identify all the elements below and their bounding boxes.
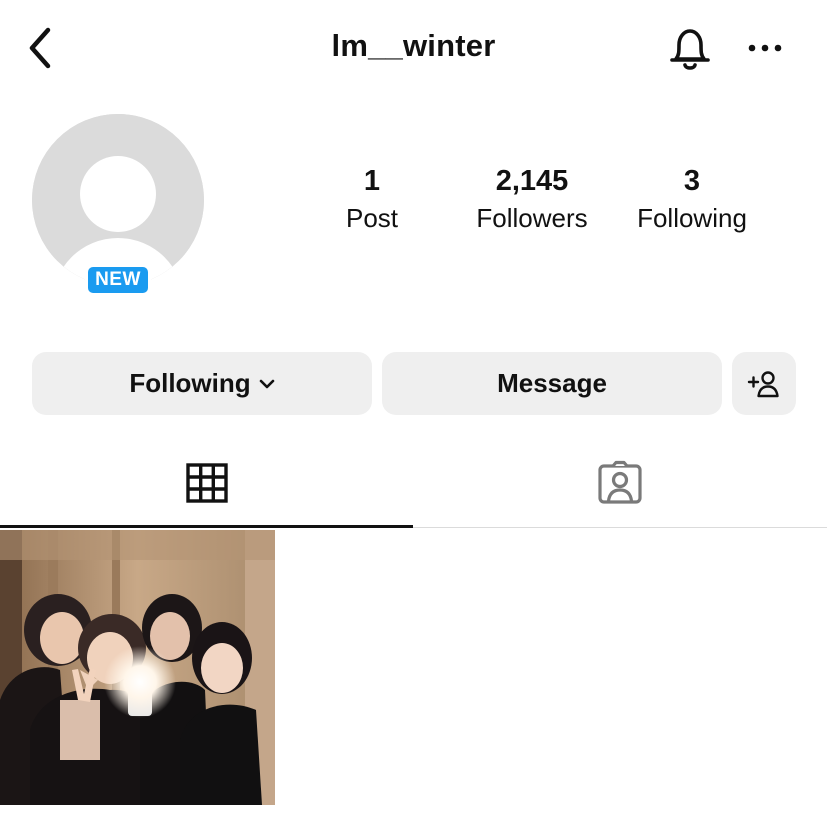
following-count-label: Following [637, 203, 747, 233]
grid-icon [185, 463, 228, 503]
following-button-label: Following [129, 368, 251, 398]
tab-tagged[interactable] [413, 440, 827, 526]
tab-posts-grid[interactable] [0, 440, 413, 526]
top-bar: lm__winter [0, 0, 827, 96]
new-badge: NEW [85, 264, 151, 296]
followers-count[interactable]: 2,145 Followers [462, 164, 602, 238]
more-options-button[interactable] [740, 30, 790, 66]
posts-count-value: 1 [363, 165, 381, 197]
add-user-button[interactable] [732, 352, 796, 415]
following-count-value: 3 [683, 165, 701, 197]
chevron-down-icon [259, 378, 275, 390]
following-button[interactable]: Following [32, 352, 372, 415]
profile-avatar[interactable] [32, 114, 204, 286]
following-count[interactable]: 3 Following [622, 164, 762, 238]
default-avatar-icon [32, 114, 204, 286]
tagged-icon [598, 460, 642, 504]
active-tab-indicator [0, 525, 413, 528]
posts-count[interactable]: 1 Post [322, 164, 422, 238]
followers-count-value: 2,145 [495, 165, 569, 197]
bell-icon [670, 29, 710, 70]
message-button[interactable]: Message [382, 352, 722, 415]
notifications-button[interactable] [664, 24, 716, 74]
post-thumbnail[interactable] [0, 530, 275, 805]
more-horizontal-icon [748, 44, 782, 52]
message-button-label: Message [497, 368, 607, 398]
posts-count-label: Post [345, 203, 399, 233]
add-person-icon [747, 370, 779, 397]
followers-count-label: Followers [476, 203, 588, 233]
post-photo [0, 530, 275, 805]
